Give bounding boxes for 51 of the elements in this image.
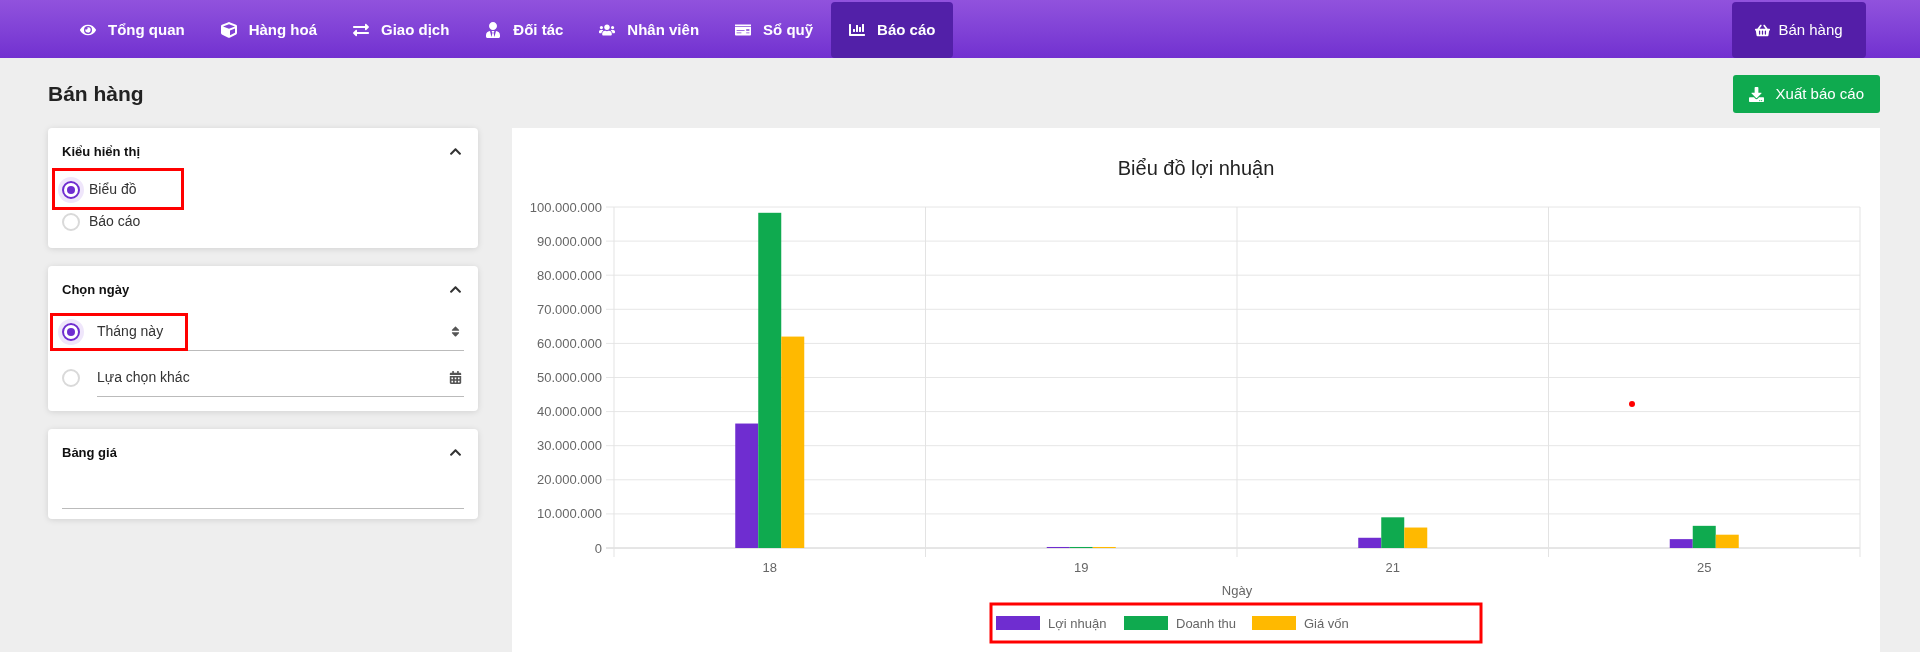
y-tick-label: 10.000.000 — [536, 506, 602, 522]
y-tick-label: 0 — [594, 540, 602, 556]
sales-button[interactable]: Bán hàng — [1732, 2, 1866, 58]
y-tick-label: 70.000.000 — [536, 301, 602, 317]
basket-icon — [1755, 22, 1771, 38]
y-tick-label: 20.000.000 — [536, 472, 602, 488]
y-tick-label: 90.000.000 — [536, 233, 602, 249]
filter-title: Kiểu hiển thị — [62, 143, 140, 161]
nav-tab[interactable]: Sổ quỹ — [717, 2, 832, 58]
cube-icon — [220, 22, 237, 38]
annotation-dot — [1629, 401, 1635, 407]
legend-label: Lợi nhuận — [1048, 616, 1107, 631]
filter-title: Bảng giá — [62, 444, 117, 462]
option-label[interactable]: Báo cáo — [89, 211, 141, 232]
nav-tab[interactable]: Nhân viên — [581, 2, 718, 58]
y-tick-label: 50.000.000 — [536, 370, 602, 385]
y-tick-label: 60.000.000 — [536, 335, 602, 351]
date-field[interactable]: Lựa chọn khác — [97, 359, 464, 397]
calendar-icon — [449, 371, 462, 384]
nav-tab[interactable]: Đối tác — [467, 2, 582, 58]
sort-icon — [449, 325, 462, 338]
y-tick-label: 30.000.000 — [536, 438, 602, 454]
x-tick-label: 21 — [1385, 560, 1400, 575]
bar-chart-icon — [849, 22, 866, 38]
y-tick-label: 80.000.000 — [536, 267, 602, 283]
filter-title: Chọn ngày — [62, 280, 130, 299]
arrows-icon — [353, 22, 369, 38]
page-title: Bán hàng — [48, 81, 144, 108]
download-icon — [1748, 86, 1764, 102]
nav-tab[interactable]: Tổng quan — [62, 2, 203, 58]
eye-icon — [80, 22, 96, 38]
nav-tab[interactable]: Báo cáo — [831, 2, 954, 58]
x-tick-label: 25 — [1697, 560, 1712, 575]
x-axis-title: Ngày — [1221, 583, 1253, 598]
y-tick-label: 100.000.000 — [529, 199, 602, 215]
select-field[interactable]: Tháng này — [97, 313, 464, 351]
legend-item[interactable]: Giá vốn — [1252, 616, 1349, 631]
person-icon — [485, 22, 502, 38]
legend-item[interactable]: Doanh thu — [1124, 616, 1236, 631]
legend-label: Doanh thu — [1176, 616, 1236, 631]
people-icon — [599, 22, 616, 38]
legend-label: Giá vốn — [1304, 616, 1349, 631]
nav-tab[interactable]: Hàng hoá — [202, 2, 335, 58]
money-card-icon — [735, 22, 752, 38]
chart-title: Biểu đồ lợi nhuận — [1117, 157, 1275, 179]
option-label[interactable]: Biểu đồ — [89, 179, 137, 200]
x-tick-label: 18 — [762, 560, 777, 575]
y-tick-label: 40.000.000 — [536, 404, 602, 420]
legend-item[interactable]: Lợi nhuận — [996, 616, 1107, 631]
nav-tab[interactable]: Giao dịch — [335, 2, 468, 58]
x-tick-label: 19 — [1074, 560, 1089, 575]
